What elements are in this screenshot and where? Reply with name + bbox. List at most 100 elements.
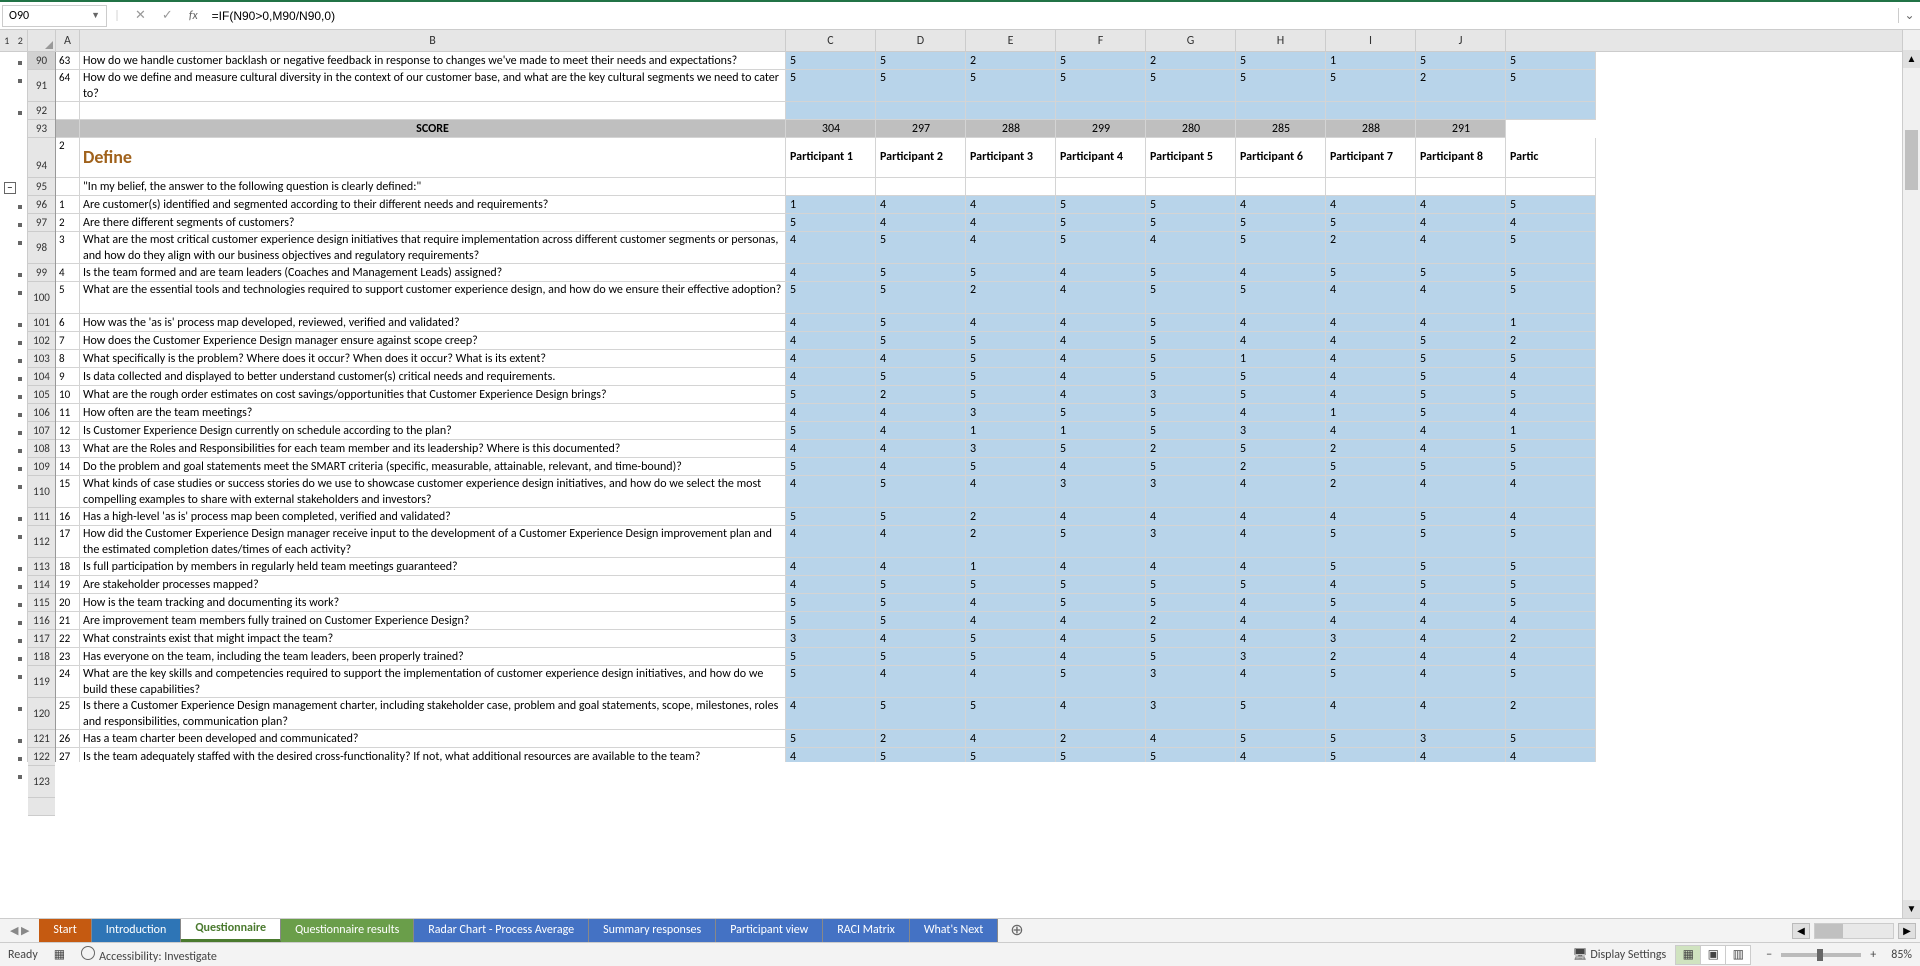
- cell[interactable]: 4: [1416, 440, 1506, 458]
- cell[interactable]: 5: [1326, 558, 1416, 576]
- row-number[interactable]: 110: [28, 476, 55, 508]
- cell[interactable]: Participant 2: [876, 138, 966, 178]
- cell[interactable]: 5: [1236, 730, 1326, 748]
- cell[interactable]: 5: [1146, 594, 1236, 612]
- cell[interactable]: 5: [1236, 386, 1326, 404]
- cell[interactable]: 25: [56, 698, 80, 730]
- cell[interactable]: 4: [1056, 648, 1146, 666]
- cell[interactable]: 4: [1416, 232, 1506, 264]
- cell[interactable]: 5: [1416, 368, 1506, 386]
- cell[interactable]: 4: [1416, 594, 1506, 612]
- cell[interactable]: 5: [1506, 52, 1596, 70]
- cell[interactable]: 17: [56, 526, 80, 558]
- cell[interactable]: [1236, 178, 1326, 196]
- row-number[interactable]: 112: [28, 526, 55, 558]
- cell[interactable]: 3: [1056, 476, 1146, 508]
- cell[interactable]: Participant 7: [1326, 138, 1416, 178]
- cell[interactable]: 4: [1056, 698, 1146, 730]
- cell[interactable]: 12: [56, 422, 80, 440]
- cell[interactable]: 4: [876, 440, 966, 458]
- cell[interactable]: 5: [1146, 422, 1236, 440]
- cell[interactable]: 4: [1236, 594, 1326, 612]
- column-header-J[interactable]: J: [1416, 30, 1506, 51]
- cell[interactable]: "In my belief, the answer to the followi…: [80, 178, 786, 196]
- cell[interactable]: 5: [876, 698, 966, 730]
- cell[interactable]: 4: [1326, 508, 1416, 526]
- row-number[interactable]: 119: [28, 666, 55, 698]
- cell[interactable]: 5: [1416, 404, 1506, 422]
- cell[interactable]: 5: [1506, 440, 1596, 458]
- cell[interactable]: 5: [1056, 196, 1146, 214]
- cell[interactable]: 4: [1146, 508, 1236, 526]
- cell[interactable]: Is there a Customer Experience Design ma…: [80, 698, 786, 730]
- cell[interactable]: 3: [1236, 648, 1326, 666]
- cell[interactable]: What are the rough order estimates on co…: [80, 386, 786, 404]
- cell[interactable]: 4: [786, 264, 876, 282]
- cell[interactable]: 5: [1416, 458, 1506, 476]
- sheet-tab-what's-next[interactable]: What's Next: [910, 919, 998, 942]
- cell[interactable]: 5: [1146, 350, 1236, 368]
- cell[interactable]: 5: [1506, 350, 1596, 368]
- cell[interactable]: 5: [56, 282, 80, 314]
- cell[interactable]: 5: [786, 422, 876, 440]
- cell[interactable]: 5: [1146, 576, 1236, 594]
- cell[interactable]: 4: [1236, 196, 1326, 214]
- cell[interactable]: Participant 1: [786, 138, 876, 178]
- cells-area[interactable]: 63How do we handle customer backlash or …: [56, 52, 1920, 762]
- cell[interactable]: 5: [1506, 458, 1596, 476]
- cell[interactable]: [1506, 178, 1596, 196]
- column-header-G[interactable]: G: [1146, 30, 1236, 51]
- cell[interactable]: 4: [876, 526, 966, 558]
- cell[interactable]: 4: [1416, 476, 1506, 508]
- cell[interactable]: 4: [1236, 404, 1326, 422]
- cell[interactable]: 5: [1236, 576, 1326, 594]
- cell[interactable]: 15: [56, 476, 80, 508]
- cell[interactable]: 5: [1416, 332, 1506, 350]
- cell[interactable]: [786, 102, 876, 120]
- cell[interactable]: [786, 178, 876, 196]
- cell[interactable]: 4: [1326, 196, 1416, 214]
- cell[interactable]: 13: [56, 440, 80, 458]
- cell[interactable]: 4: [1146, 558, 1236, 576]
- cell[interactable]: 4: [876, 214, 966, 232]
- cell[interactable]: 5: [1416, 508, 1506, 526]
- cell[interactable]: 4: [1236, 630, 1326, 648]
- cell[interactable]: 4: [786, 576, 876, 594]
- cell[interactable]: 5: [1146, 70, 1236, 102]
- cell[interactable]: 5: [1416, 526, 1506, 558]
- sheet-tab-summary-responses[interactable]: Summary responses: [589, 919, 716, 942]
- cell[interactable]: 2: [1326, 232, 1416, 264]
- status-accessibility[interactable]: Accessibility: Investigate: [81, 946, 217, 964]
- column-header-I[interactable]: I: [1326, 30, 1416, 51]
- cell[interactable]: 5: [1506, 282, 1596, 314]
- cell[interactable]: [56, 178, 80, 196]
- cell[interactable]: 4: [786, 332, 876, 350]
- cell[interactable]: 4: [1326, 314, 1416, 332]
- cell[interactable]: 16: [56, 508, 80, 526]
- cell[interactable]: 4: [1056, 264, 1146, 282]
- cell[interactable]: 5: [1146, 214, 1236, 232]
- cell[interactable]: 3: [966, 440, 1056, 458]
- cell[interactable]: How was the 'as is' process map develope…: [80, 314, 786, 332]
- cell[interactable]: 5: [1506, 730, 1596, 748]
- cell[interactable]: [1326, 102, 1416, 120]
- cell[interactable]: 4: [1326, 282, 1416, 314]
- row-number[interactable]: 111: [28, 508, 55, 526]
- cell[interactable]: Has a team charter been developed and co…: [80, 730, 786, 748]
- cell[interactable]: 5: [876, 612, 966, 630]
- cell[interactable]: What constraints exist that might impact…: [80, 630, 786, 648]
- cell[interactable]: Is data collected and displayed to bette…: [80, 368, 786, 386]
- zoom-out-icon[interactable]: −: [1761, 948, 1777, 962]
- cell[interactable]: [1416, 178, 1506, 196]
- cell[interactable]: 5: [876, 368, 966, 386]
- cell[interactable]: 2: [56, 138, 80, 178]
- row-number[interactable]: 102: [28, 332, 55, 350]
- cell[interactable]: 5: [1236, 232, 1326, 264]
- cell[interactable]: 5: [1416, 264, 1506, 282]
- cell[interactable]: 4: [966, 196, 1056, 214]
- scroll-up-icon[interactable]: ▲: [1903, 50, 1920, 68]
- cell[interactable]: SCORE: [80, 120, 786, 138]
- cell[interactable]: 5: [1236, 282, 1326, 314]
- cell[interactable]: 2: [56, 214, 80, 232]
- cell[interactable]: 4: [876, 630, 966, 648]
